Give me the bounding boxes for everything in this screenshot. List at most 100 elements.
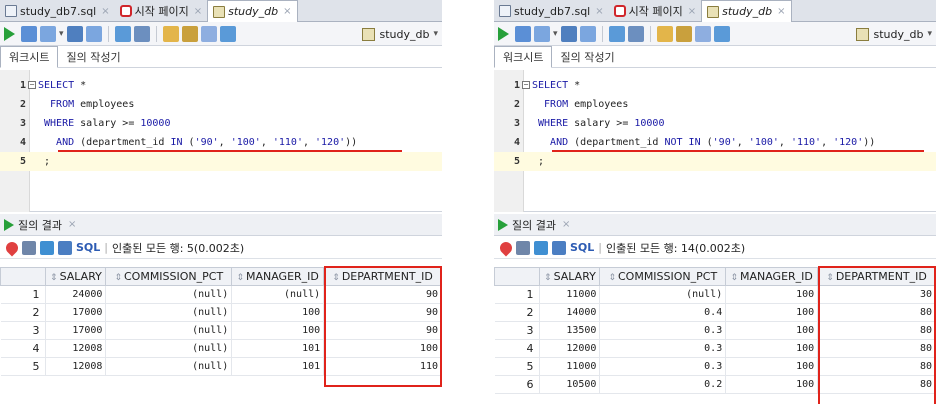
- sql-link[interactable]: SQL: [570, 241, 594, 254]
- code-line[interactable]: 4 AND (department_id IN ('90', '100', '1…: [0, 133, 442, 152]
- tab-worksheet[interactable]: 워크시트: [494, 46, 553, 68]
- doc-tab-sql-file[interactable]: study_db7.sql ×: [0, 0, 115, 22]
- export-icon[interactable]: [552, 240, 566, 255]
- code-line[interactable]: 3 WHERE salary >= 10000: [494, 114, 936, 133]
- print-icon[interactable]: [516, 240, 530, 255]
- connection-select[interactable]: study_db ▾: [856, 25, 932, 43]
- code-line[interactable]: 4 AND (department_id NOT IN ('90', '100'…: [494, 133, 936, 152]
- pin-icon[interactable]: [3, 239, 21, 256]
- table-cell[interactable]: 10500: [539, 375, 601, 394]
- table-cell[interactable]: 12000: [539, 339, 601, 358]
- table-cell[interactable]: (null): [105, 285, 233, 304]
- commit-icon[interactable]: [40, 25, 56, 42]
- doc-tab-db-connection[interactable]: study_db ×: [207, 0, 298, 22]
- rollback-icon[interactable]: [66, 25, 83, 42]
- table-cell[interactable]: 0.4: [599, 303, 727, 322]
- table-cell[interactable]: 14000: [539, 303, 601, 322]
- doc-tab-start-page[interactable]: 시작 페이지 ×: [115, 0, 208, 22]
- close-icon[interactable]: ×: [777, 6, 785, 17]
- close-icon[interactable]: ×: [68, 219, 76, 230]
- table-cell[interactable]: (null): [105, 321, 233, 340]
- close-icon[interactable]: ×: [562, 219, 570, 230]
- table-cell[interactable]: 100: [725, 303, 819, 322]
- table-cell[interactable]: 0.3: [599, 357, 727, 376]
- export-icon[interactable]: [58, 240, 72, 255]
- format-icon[interactable]: [694, 25, 711, 42]
- sql-tuning-icon[interactable]: [627, 25, 644, 42]
- rollback-icon[interactable]: [560, 25, 577, 42]
- table-cell[interactable]: 24000: [45, 285, 107, 304]
- close-icon[interactable]: ×: [283, 6, 291, 17]
- table-cell[interactable]: 100: [725, 285, 819, 304]
- code-line[interactable]: 2 FROM employees: [494, 95, 936, 114]
- table-cell[interactable]: (null): [599, 285, 727, 304]
- table-cell[interactable]: 17000: [45, 321, 107, 340]
- table-cell[interactable]: (null): [105, 357, 233, 376]
- column-header[interactable]: ⇕ COMMISSION_PCT: [105, 267, 233, 286]
- table-cell[interactable]: 100: [725, 321, 819, 340]
- table-cell[interactable]: 100: [725, 357, 819, 376]
- close-icon[interactable]: ×: [688, 6, 696, 17]
- print-icon[interactable]: [22, 240, 36, 255]
- tab-query-builder[interactable]: 질의 작성기: [58, 47, 128, 67]
- clear-eraser-icon[interactable]: [675, 25, 692, 42]
- column-header[interactable]: ⇕ MANAGER_ID: [231, 267, 325, 286]
- sql-editor[interactable]: 1− SELECT * 2 FROM employees 3 WHERE salary…: [494, 70, 936, 212]
- commit-icon[interactable]: [534, 25, 550, 42]
- table-cell[interactable]: 11000: [539, 285, 601, 304]
- code-line[interactable]: 1− SELECT *: [0, 76, 442, 95]
- doc-tab-start-page[interactable]: 시작 페이지 ×: [609, 0, 702, 22]
- autotrace-icon[interactable]: [114, 25, 131, 42]
- run-script-icon[interactable]: [515, 25, 531, 42]
- column-header[interactable]: ⇕ SALARY: [45, 267, 107, 286]
- code-line[interactable]: 3 WHERE salary >= 10000: [0, 114, 442, 133]
- table-cell[interactable]: 12008: [45, 339, 107, 358]
- code-line[interactable]: 2 FROM employees: [0, 95, 442, 114]
- table-cell[interactable]: 100: [725, 375, 819, 394]
- run-script-icon[interactable]: [21, 25, 37, 42]
- column-header[interactable]: ⇕ COMMISSION_PCT: [599, 267, 727, 286]
- close-icon[interactable]: ×: [101, 6, 109, 17]
- fold-toggle-icon[interactable]: −: [522, 81, 530, 89]
- refresh-icon[interactable]: [40, 240, 54, 255]
- sql-history-icon[interactable]: [162, 25, 179, 42]
- table-cell[interactable]: (null): [105, 339, 233, 358]
- sql-link[interactable]: SQL: [76, 241, 100, 254]
- table-cell[interactable]: 0.3: [599, 321, 727, 340]
- column-header[interactable]: ⇕ SALARY: [539, 267, 601, 286]
- autotrace-icon[interactable]: [608, 25, 625, 42]
- table-cell[interactable]: (null): [105, 303, 233, 322]
- doc-tab-db-connection[interactable]: study_db ×: [701, 0, 792, 22]
- table-cell[interactable]: 101: [231, 339, 325, 358]
- close-icon[interactable]: ×: [595, 6, 603, 17]
- chevron-down-icon[interactable]: ▾: [553, 29, 558, 39]
- tab-query-result[interactable]: 질의 결과: [512, 217, 556, 233]
- close-icon[interactable]: ×: [194, 6, 202, 17]
- explain-plan-icon[interactable]: [85, 25, 102, 42]
- tab-worksheet[interactable]: 워크시트: [0, 46, 59, 68]
- sql-tuning-icon[interactable]: [133, 25, 150, 42]
- pin-icon[interactable]: [497, 239, 515, 256]
- run-statement-icon[interactable]: [4, 26, 15, 41]
- column-header[interactable]: ⇕ MANAGER_ID: [725, 267, 819, 286]
- code-line[interactable]: 1− SELECT *: [494, 76, 936, 95]
- explain-plan-icon[interactable]: [579, 25, 596, 42]
- table-cell[interactable]: 11000: [539, 357, 601, 376]
- sql-editor[interactable]: 1− SELECT * 2 FROM employees 3 WHERE salary…: [0, 70, 442, 212]
- doc-tab-sql-file[interactable]: study_db7.sql ×: [494, 0, 609, 22]
- table-cell[interactable]: 17000: [45, 303, 107, 322]
- clear-eraser-icon[interactable]: [181, 25, 198, 42]
- tab-query-result[interactable]: 질의 결과: [18, 217, 62, 233]
- tab-query-builder[interactable]: 질의 작성기: [552, 47, 622, 67]
- table-cell[interactable]: 12008: [45, 357, 107, 376]
- code-line[interactable]: 5 ;: [0, 152, 442, 171]
- case-toggle-icon[interactable]: [219, 25, 236, 42]
- format-icon[interactable]: [200, 25, 217, 42]
- table-cell[interactable]: 100: [725, 339, 819, 358]
- fold-toggle-icon[interactable]: −: [28, 81, 36, 89]
- case-toggle-icon[interactable]: [713, 25, 730, 42]
- table-cell[interactable]: 0.3: [599, 339, 727, 358]
- run-statement-icon[interactable]: [498, 26, 509, 41]
- table-cell[interactable]: (null): [231, 285, 325, 304]
- sql-history-icon[interactable]: [656, 25, 673, 42]
